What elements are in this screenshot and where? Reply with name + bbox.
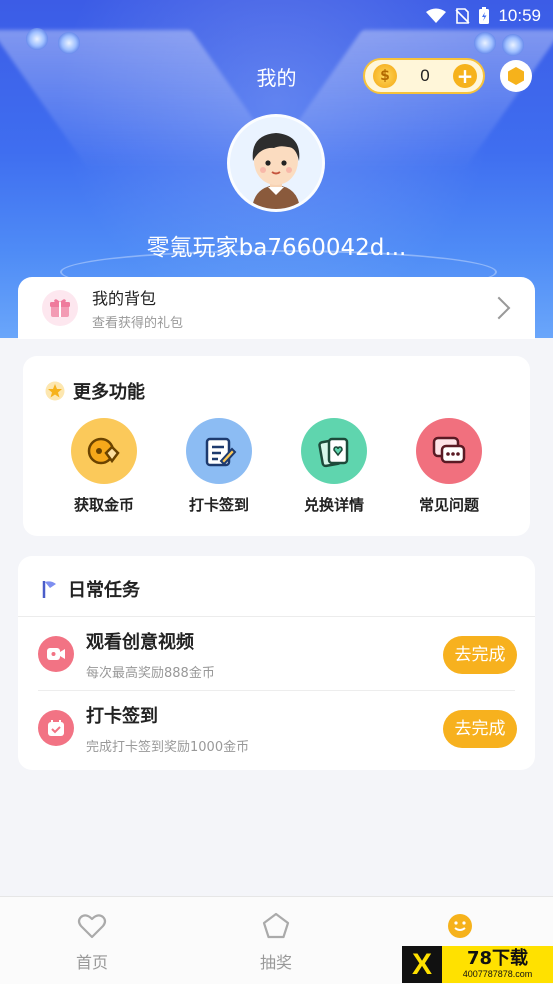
watermark-x: X: [402, 946, 442, 983]
gift-icon: [42, 290, 78, 326]
task-subtitle: 每次最高奖励888金币: [86, 666, 215, 681]
chat-icon: [416, 418, 482, 484]
hexagon-badge-button[interactable]: [500, 60, 532, 92]
hexagon-icon: [508, 67, 524, 85]
backpack-title: 我的背包: [92, 289, 157, 308]
watermark-logo: X 78下载 4007787878.com: [402, 946, 553, 983]
daily-tasks-header: 日常任务: [40, 576, 140, 602]
nav-mine[interactable]: [410, 911, 510, 949]
coin-count: 0: [420, 66, 430, 85]
battery-icon: [479, 7, 490, 24]
feature-get-coins[interactable]: 获取金币: [59, 418, 149, 515]
task-subtitle: 完成打卡签到奖励1000金币: [86, 740, 250, 755]
nav-label: 抽奖: [259, 953, 292, 972]
daily-tasks-card: 日常任务 观看创意视频 每次最高奖励888金币 去完成 打卡签到 完成打卡签到奖…: [18, 556, 535, 770]
status-bar: 10:59: [426, 4, 541, 28]
checkin-icon: [186, 418, 252, 484]
feature-label: 获取金币: [73, 496, 134, 514]
divider: [18, 616, 535, 617]
feature-label: 兑换详情: [303, 496, 364, 514]
boy-avatar-icon: [230, 117, 322, 209]
daily-tasks-title: 日常任务: [68, 580, 140, 601]
heart-icon: [77, 914, 107, 939]
add-coins-button[interactable]: +: [453, 64, 477, 88]
more-features-title: 更多功能: [73, 382, 145, 403]
smile-icon: [448, 914, 472, 938]
task-row: 打卡签到 完成打卡签到奖励1000金币 去完成: [18, 692, 535, 764]
coin-icon: $: [373, 64, 397, 88]
coin-hand-icon: [71, 418, 137, 484]
stage-light-icon: [58, 20, 92, 54]
feature-label: 常见问题: [418, 496, 479, 514]
star-icon: [45, 381, 65, 401]
status-time: 10:59: [498, 6, 541, 25]
feature-exchange-details[interactable]: 兑换详情: [289, 418, 379, 515]
flag-icon: [42, 581, 56, 598]
more-features-card: 更多功能 获取金币 打卡签到 兑换详情 常见问题: [23, 356, 530, 536]
nav-label: 首页: [75, 953, 108, 972]
username: 零氪玩家ba7660042d...: [146, 235, 407, 261]
coin-balance[interactable]: $ 0 +: [363, 58, 485, 94]
complete-task-button[interactable]: 去完成: [443, 636, 517, 674]
feature-checkin[interactable]: 打卡签到: [174, 418, 264, 515]
complete-task-button[interactable]: 去完成: [443, 710, 517, 748]
cards-icon: [301, 418, 367, 484]
watermark-url: 4007787878.com: [462, 969, 533, 979]
more-features-header: 更多功能: [45, 378, 145, 404]
backpack-subtitle: 查看获得的礼包: [92, 316, 184, 331]
task-row: 观看创意视频 每次最高奖励888金币 去完成: [18, 618, 535, 690]
feature-label: 打卡签到: [188, 496, 249, 514]
watermark-title: 78下载: [466, 948, 529, 969]
task-title: 打卡签到: [86, 706, 158, 727]
chevron-right-icon: [487, 296, 511, 320]
nav-home[interactable]: 首页: [42, 911, 142, 973]
backpack-entry[interactable]: 我的背包 查看获得的礼包: [18, 277, 535, 339]
divider: [38, 690, 515, 691]
nav-lottery[interactable]: 抽奖: [226, 911, 326, 973]
avatar[interactable]: [227, 114, 325, 212]
calendar-icon: [38, 710, 74, 746]
feature-faq[interactable]: 常见问题: [404, 418, 494, 515]
wifi-icon: [426, 8, 447, 23]
pentagon-icon: [262, 912, 290, 939]
video-icon: [38, 636, 74, 672]
task-title: 观看创意视频: [86, 632, 194, 653]
no-sim-icon: [455, 8, 471, 24]
stage-light-icon: [24, 20, 58, 54]
